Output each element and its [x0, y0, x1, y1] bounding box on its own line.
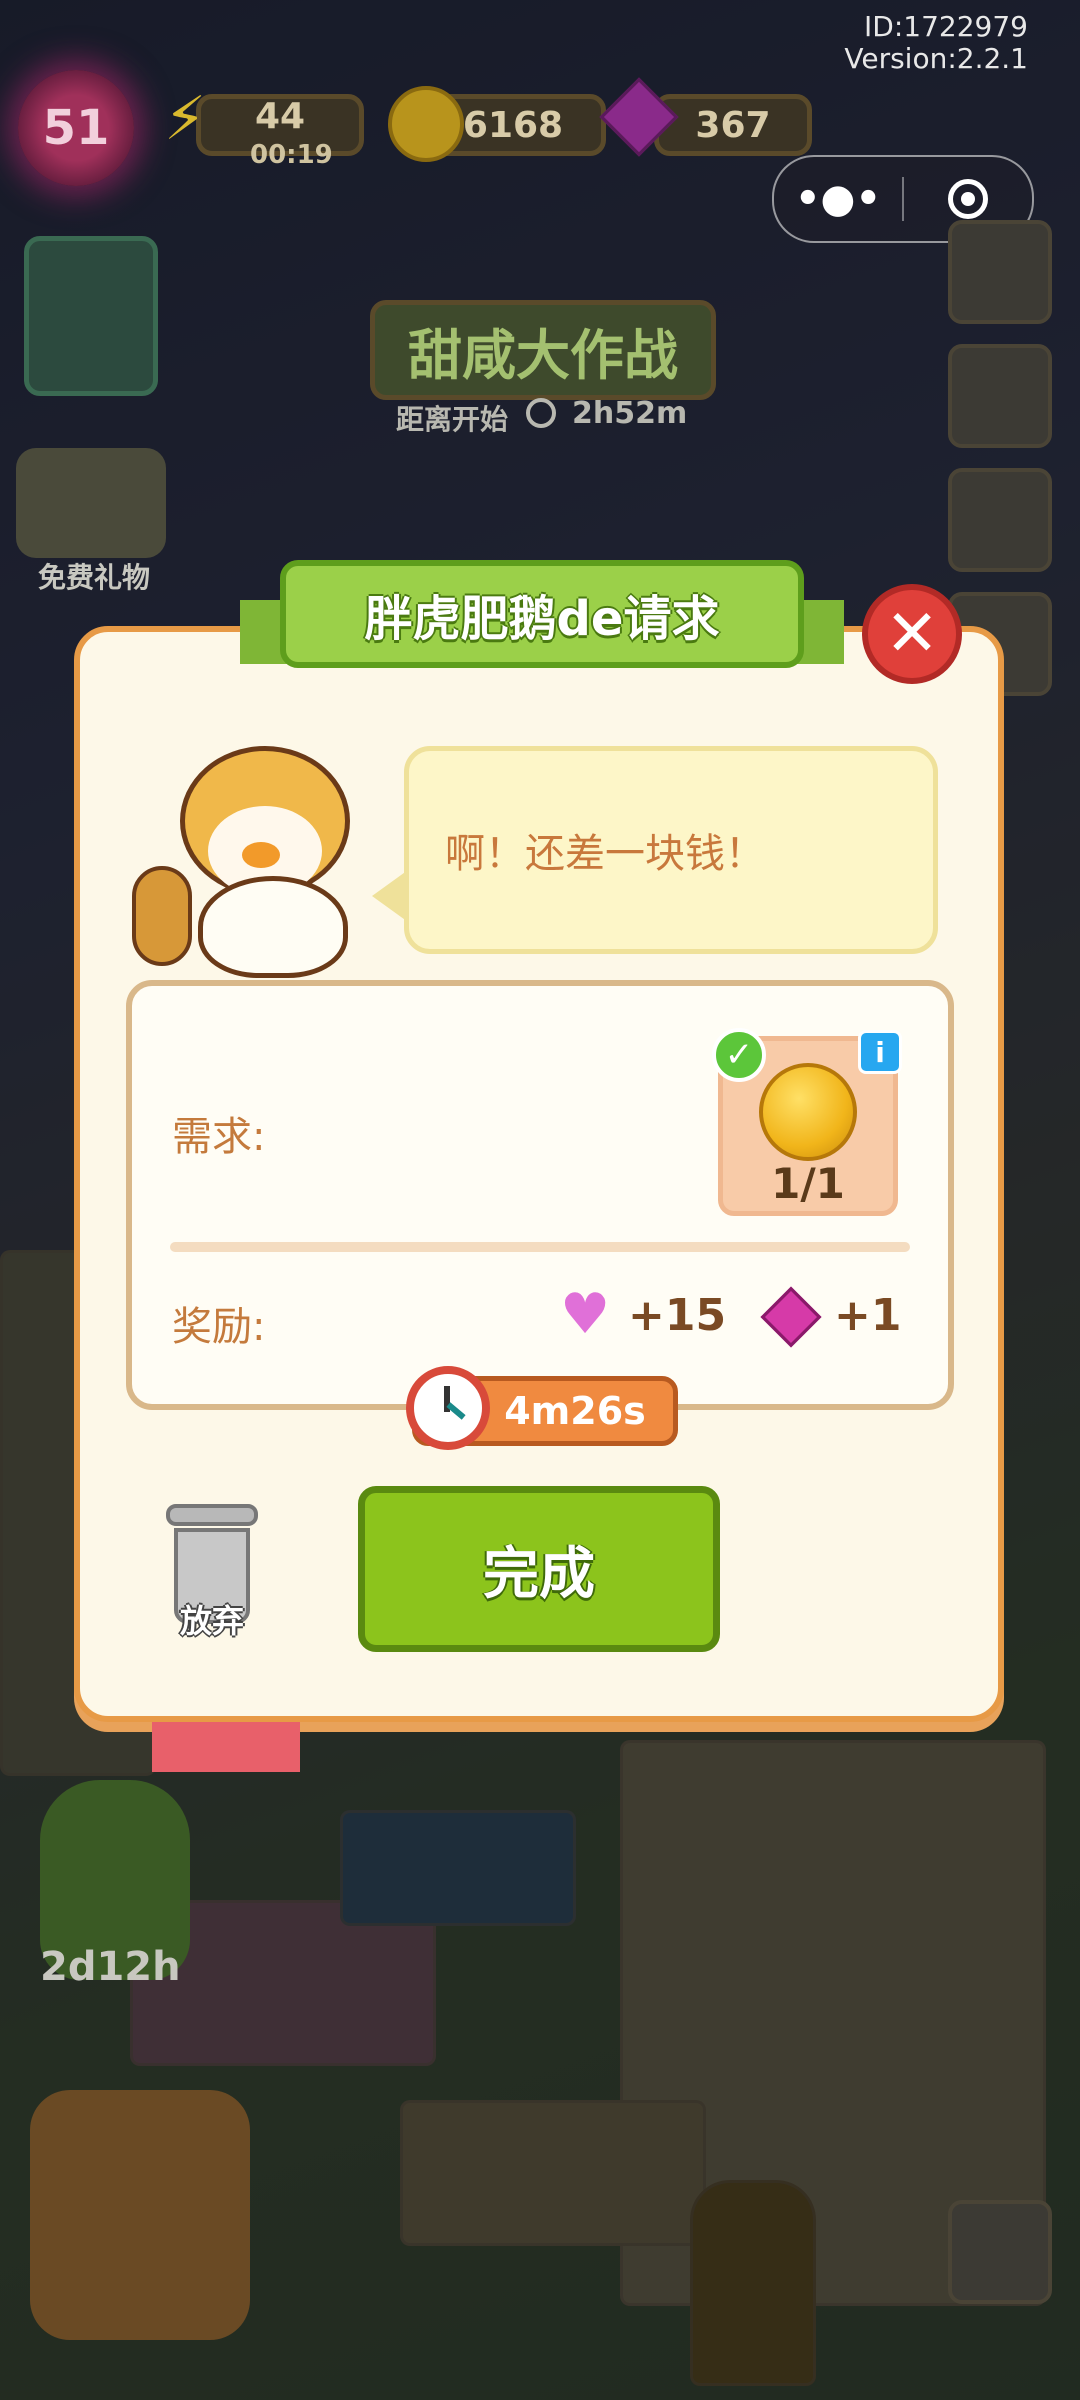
event-countdown-label: 距离开始	[396, 403, 509, 436]
settings-gear-icon[interactable]	[948, 220, 1052, 324]
level-badge[interactable]: 51	[18, 70, 134, 186]
reward-gem-value: +1	[834, 1290, 902, 1341]
panel-divider	[170, 1242, 910, 1252]
gift-icon[interactable]	[16, 448, 166, 558]
dialog-bookmark	[152, 1722, 300, 1772]
tiger-goose-character	[132, 746, 354, 978]
more-icon[interactable]: •●•	[774, 176, 902, 222]
version-text: Version:2.2.1	[844, 42, 1028, 75]
requirement-label: 需求:	[172, 1114, 266, 1160]
player-id: ID:1722979	[864, 10, 1028, 43]
dialog-title-ribbon: 胖虎肥鹅de请求	[240, 560, 844, 678]
complete-button[interactable]: 完成	[358, 1486, 720, 1652]
boost-timer: 2d12h	[40, 1944, 181, 1990]
speech-text: 啊！还差一块钱！	[445, 831, 765, 877]
camera-icon[interactable]	[948, 2200, 1052, 2304]
mail-icon[interactable]	[948, 344, 1052, 448]
timer-clock-icon	[406, 1366, 490, 1450]
task-board-icon[interactable]	[24, 236, 158, 396]
lightning-icon: ⚡	[164, 84, 207, 154]
event-countdown: 2h52m	[572, 396, 688, 431]
energy-value: 44	[254, 95, 306, 137]
free-gift-label: 免费礼物	[37, 561, 150, 594]
info-icon[interactable]: i	[858, 1030, 902, 1074]
event-banner-title[interactable]: 甜咸大作战	[370, 300, 716, 400]
coin-icon	[388, 86, 464, 162]
close-button[interactable]: ✕	[862, 584, 962, 684]
play-lightning-icon[interactable]	[30, 2090, 250, 2340]
requirement-progress: 1/1	[771, 1159, 845, 1208]
reward-heart-value: +15	[628, 1290, 727, 1341]
check-icon: ✓	[712, 1028, 766, 1082]
achievement-icon[interactable]	[948, 468, 1052, 572]
give-up-label[interactable]: 放弃	[148, 1596, 276, 1642]
timer-text: 4m26s	[504, 1389, 646, 1433]
coin-value: 6168	[462, 104, 564, 146]
speech-bubble: 啊！还差一块钱！	[404, 746, 938, 954]
clock-icon	[526, 398, 556, 428]
heart-icon: ♥	[560, 1282, 611, 1347]
dialog-title: 胖虎肥鹅de请求	[280, 560, 804, 668]
coin-item-icon	[759, 1063, 857, 1161]
gem-counter[interactable]: 367	[654, 94, 812, 156]
energy-timer: 00:19	[250, 140, 333, 170]
close-miniprogram-icon[interactable]	[904, 179, 1032, 219]
gem-value: 367	[695, 104, 771, 146]
reward-label: 奖励:	[172, 1304, 266, 1350]
speech-bubble-tail	[372, 870, 408, 922]
